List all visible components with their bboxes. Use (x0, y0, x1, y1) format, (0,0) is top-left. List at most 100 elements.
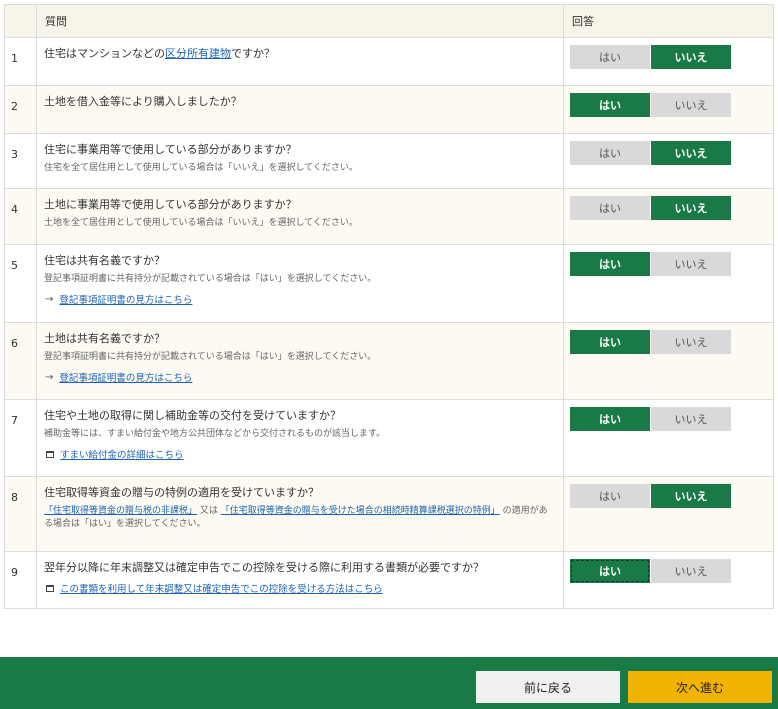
row-number: 3 (4, 133, 37, 189)
question-text: 土地に事業用等で使用している部分がありますか？ (44, 198, 297, 211)
answer-yes-button-2[interactable]: はい (570, 93, 650, 117)
year-end-adjustment-link[interactable]: この書類を利用して年末調整又は確定申告でこの控除を受ける方法はこちら (44, 581, 555, 595)
note-text-part: 又は (199, 506, 218, 516)
link-text[interactable]: すまい給付金の詳細はこちら (60, 447, 184, 461)
question-note: 土地を全て居住用として使用している場合は「いいえ」を選択してください。 (44, 218, 358, 228)
answer-cell: はい いいえ (563, 551, 774, 609)
link-text[interactable]: 登記事項証明書の見方はこちら (59, 370, 192, 384)
question-text-part: 住宅はマンションなどの (44, 47, 165, 60)
arrow-right-icon: → (45, 293, 54, 305)
answer-no-button-4[interactable]: いいえ (651, 196, 731, 220)
answer-no-button-5[interactable]: いいえ (651, 252, 731, 276)
answer-yes-button-5[interactable]: はい (570, 252, 650, 276)
question-note: 住宅を全て居住用として使用している場合は「いいえ」を選択してください。 (44, 163, 358, 173)
question-row-7: 7 住宅や土地の取得に関し補助金等の交付を受けていますか？ 補助金等には、すまい… (4, 399, 774, 477)
row-number: 2 (4, 85, 37, 134)
header-question: 質問 (36, 4, 564, 38)
header-number (4, 4, 37, 38)
answer-group-3: はい いいえ (570, 141, 773, 165)
answer-group-1: はい いいえ (570, 45, 773, 69)
question-row-1: 1 住宅はマンションなどの区分所有建物ですか？ はい いいえ (4, 37, 774, 86)
answer-yes-button-4[interactable]: はい (570, 196, 650, 220)
answer-cell: はい いいえ (563, 476, 774, 552)
question-row-3: 3 住宅に事業用等で使用している部分がありますか？ 住宅を全て居住用として使用し… (4, 133, 774, 189)
answer-no-button-1[interactable]: いいえ (651, 45, 731, 69)
row-number: 4 (4, 188, 37, 245)
question-cell: 住宅に事業用等で使用している部分がありますか？ 住宅を全て居住用として使用してい… (36, 133, 564, 189)
question-row-8: 8 住宅取得等資金の贈与の特例の適用を受けていますか？ 「住宅取得等資金の贈与税… (4, 476, 774, 552)
answer-group-2: はい いいえ (570, 93, 773, 117)
term-link-kubun-shoyu[interactable]: 区分所有建物 (165, 47, 231, 60)
new-window-icon (46, 584, 54, 592)
question-text: 住宅は共有名義ですか？ (44, 254, 165, 267)
header-answer: 回答 (563, 4, 774, 38)
question-cell: 翌年分以降に年末調整又は確定申告でこの控除を受ける際に利用する書類が必要ですか？… (36, 551, 564, 609)
question-cell: 土地に事業用等で使用している部分がありますか？ 土地を全て居住用として使用してい… (36, 188, 564, 245)
answer-no-button-7[interactable]: いいえ (651, 407, 731, 431)
row-number: 7 (4, 399, 37, 477)
arrow-right-icon: → (45, 371, 54, 383)
back-button[interactable]: 前に戻る (476, 671, 620, 703)
answer-group-5: はい いいえ (570, 252, 773, 276)
question-text: 住宅や土地の取得に関し補助金等の交付を受けていますか？ (44, 409, 341, 422)
answer-cell: はい いいえ (563, 322, 774, 400)
question-cell: 土地は共有名義ですか？ 登記事項証明書に共有持分が記載されている場合は「はい」を… (36, 322, 564, 400)
subsidy-details-link[interactable]: すまい給付金の詳細はこちら (44, 447, 555, 461)
question-row-9: 9 翌年分以降に年末調整又は確定申告でこの控除を受ける際に利用する書類が必要です… (4, 551, 774, 609)
question-cell: 住宅や土地の取得に関し補助金等の交付を受けていますか？ 補助金等には、すまい給付… (36, 399, 564, 477)
question-text: 住宅に事業用等で使用している部分がありますか？ (44, 143, 297, 156)
row-number: 1 (4, 37, 37, 86)
registry-guide-link[interactable]: → 登記事項証明書の見方はこちら (44, 292, 555, 307)
answer-group-9: はい いいえ (570, 559, 773, 583)
question-text: 土地は共有名義ですか？ (44, 332, 165, 345)
answer-yes-button-9[interactable]: はい (570, 559, 650, 583)
answer-group-6: はい いいえ (570, 330, 773, 354)
questionnaire-table: 質問 回答 1 住宅はマンションなどの区分所有建物ですか？ はい いいえ 2 土… (4, 4, 774, 609)
answer-group-7: はい いいえ (570, 407, 773, 431)
answer-yes-button-8[interactable]: はい (570, 484, 650, 508)
row-number: 6 (4, 322, 37, 400)
answer-no-button-6[interactable]: いいえ (651, 330, 731, 354)
table-header: 質問 回答 (4, 4, 774, 38)
settlement-taxation-link[interactable]: 「住宅取得等資金の贈与を受けた場合の相続時精算課税選択の特例」 (221, 506, 500, 516)
question-cell: 住宅は共有名義ですか？ 登記事項証明書に共有持分が記載されている場合は「はい」を… (36, 244, 564, 323)
question-text-part: ですか？ (231, 47, 275, 60)
new-window-icon (46, 450, 54, 458)
answer-group-4: はい いいえ (570, 196, 773, 220)
answer-cell: はい いいえ (563, 188, 774, 245)
registry-guide-link[interactable]: → 登記事項証明書の見方はこちら (44, 370, 555, 385)
question-note: 登記事項証明書に共有持分が記載されている場合は「はい」を選択してください。 (44, 274, 377, 284)
row-number: 5 (4, 244, 37, 323)
row-number: 9 (4, 551, 37, 609)
answer-yes-button-3[interactable]: はい (570, 141, 650, 165)
answer-no-button-2[interactable]: いいえ (651, 93, 731, 117)
question-cell: 住宅はマンションなどの区分所有建物ですか？ (36, 37, 564, 86)
answer-cell: はい いいえ (563, 244, 774, 323)
question-note: 補助金等には、すまい給付金や地方公共団体などから交付されるものが該当します。 (44, 429, 386, 439)
answer-yes-button-7[interactable]: はい (570, 407, 650, 431)
question-row-5: 5 住宅は共有名義ですか？ 登記事項証明書に共有持分が記載されている場合は「はい… (4, 244, 774, 323)
answer-no-button-8[interactable]: いいえ (651, 484, 731, 508)
answer-yes-button-6[interactable]: はい (570, 330, 650, 354)
link-text[interactable]: 登記事項証明書の見方はこちら (59, 292, 192, 306)
question-text: 翌年分以降に年末調整又は確定申告でこの控除を受ける際に利用する書類が必要ですか？ (44, 561, 484, 574)
answer-no-button-9[interactable]: いいえ (651, 559, 731, 583)
answer-group-8: はい いいえ (570, 484, 773, 508)
answer-cell: はい いいえ (563, 399, 774, 477)
question-text: 住宅はマンションなどの区分所有建物ですか？ (44, 46, 555, 61)
question-text: 住宅取得等資金の贈与の特例の適用を受けていますか？ (44, 486, 319, 499)
next-button[interactable]: 次へ進む (628, 671, 772, 703)
answer-cell: はい いいえ (563, 85, 774, 134)
answer-cell: はい いいえ (563, 37, 774, 86)
answer-yes-button-1[interactable]: はい (570, 45, 650, 69)
question-row-6: 6 土地は共有名義ですか？ 登記事項証明書に共有持分が記載されている場合は「はい… (4, 322, 774, 400)
link-text[interactable]: この書類を利用して年末調整又は確定申告でこの控除を受ける方法はこちら (60, 581, 383, 595)
question-cell: 住宅取得等資金の贈与の特例の適用を受けていますか？ 「住宅取得等資金の贈与税の非… (36, 476, 564, 552)
answer-no-button-3[interactable]: いいえ (651, 141, 731, 165)
row-number: 8 (4, 476, 37, 552)
question-cell: 土地を借入金等により購入しましたか？ (36, 85, 564, 134)
question-note: 「住宅取得等資金の贈与税の非課税」 又は 「住宅取得等資金の贈与を受けた場合の相… (44, 505, 555, 531)
question-row-4: 4 土地に事業用等で使用している部分がありますか？ 土地を全て居住用として使用し… (4, 188, 774, 245)
gift-tax-exemption-link[interactable]: 「住宅取得等資金の贈与税の非課税」 (44, 506, 197, 516)
footer-bar: 前に戻る 次へ進む (0, 657, 778, 709)
